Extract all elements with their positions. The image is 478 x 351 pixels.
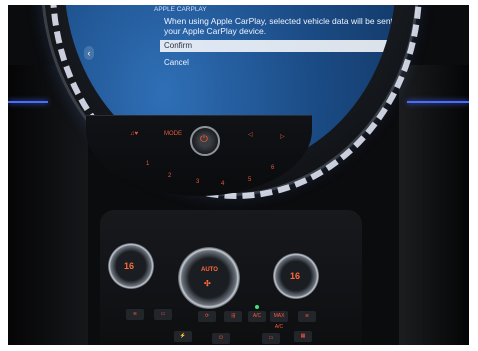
preset-2[interactable]: 2 bbox=[168, 173, 171, 179]
mode-button[interactable]: MODE bbox=[164, 131, 182, 137]
preset-5[interactable]: 5 bbox=[248, 177, 251, 183]
preset-3[interactable]: 3 bbox=[196, 179, 199, 185]
power-volume-knob[interactable]: ⏻ bbox=[190, 126, 220, 156]
lower-button-mid[interactable]: ⏻ bbox=[212, 333, 230, 344]
auto-label: AUTO bbox=[201, 267, 218, 273]
ac-button[interactable]: A/C bbox=[248, 311, 266, 322]
preset-4[interactable]: 4 bbox=[221, 181, 224, 187]
ambient-light-left bbox=[8, 101, 48, 103]
recirculation-button[interactable]: ⟳ bbox=[198, 311, 216, 322]
power-icon: ⏻ bbox=[200, 134, 208, 145]
rear-defrost-button[interactable]: ▭ bbox=[154, 309, 172, 320]
ambient-light-right bbox=[407, 101, 469, 103]
hazard-button[interactable]: ▦ bbox=[294, 331, 312, 342]
lower-button-right[interactable]: ▭ bbox=[262, 333, 280, 344]
next-track-icon[interactable]: ▷ bbox=[280, 133, 285, 140]
radio-button-label[interactable]: ♫♥ bbox=[130, 131, 138, 137]
ac-indicator-led bbox=[255, 305, 259, 309]
right-vent bbox=[399, 65, 469, 345]
dialog-header: APPLE CARPLAY bbox=[154, 6, 207, 13]
lower-button-left[interactable]: ⚡ bbox=[174, 331, 192, 342]
preset-1[interactable]: 1 bbox=[146, 161, 149, 167]
right-temp-readout: 16 bbox=[290, 271, 301, 281]
left-temp-readout: 16 bbox=[124, 261, 135, 271]
back-arrow-icon[interactable]: ‹ bbox=[84, 46, 94, 60]
max-ac-button[interactable]: MAX A/C bbox=[270, 311, 288, 330]
car-dashboard-photo: APPLE CARPLAY When using Apple CarPlay, … bbox=[8, 5, 469, 345]
dialog-message: When using Apple CarPlay, selected vehic… bbox=[164, 16, 396, 36]
cancel-button[interactable]: Cancel bbox=[160, 57, 392, 69]
fan-auto-dial[interactable] bbox=[178, 247, 240, 309]
confirm-button[interactable]: Confirm bbox=[160, 40, 392, 52]
air-flow-button[interactable]: ⇶ bbox=[224, 311, 242, 322]
preset-6[interactable]: 6 bbox=[271, 165, 274, 171]
left-vent bbox=[8, 65, 88, 345]
seat-heat-right-button[interactable]: ≋ bbox=[298, 311, 316, 322]
prev-track-icon[interactable]: ◁ bbox=[248, 131, 253, 138]
fan-icon: ✣ bbox=[204, 279, 211, 288]
seat-heat-left-button[interactable]: ≋ bbox=[126, 309, 144, 320]
